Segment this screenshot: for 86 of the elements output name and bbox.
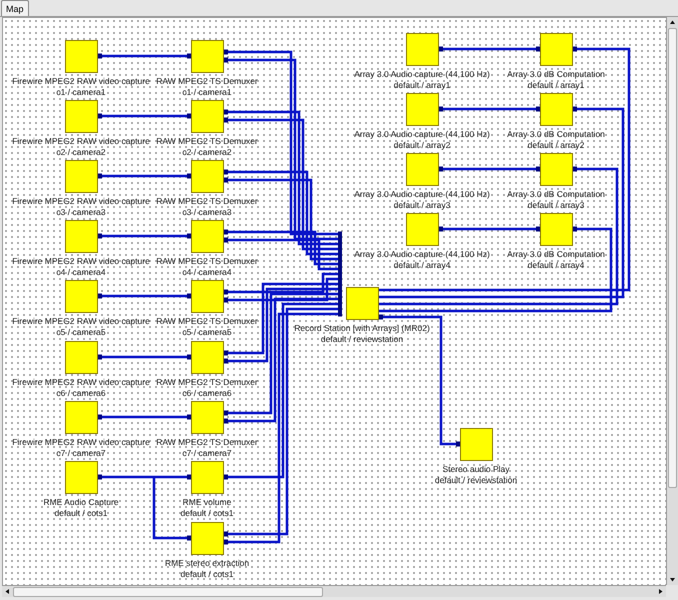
node-block[interactable]: [406, 93, 439, 126]
node-block[interactable]: [346, 287, 379, 320]
node-block[interactable]: [406, 33, 439, 66]
node-instance: default / array3: [394, 200, 450, 211]
node-block[interactable]: [65, 401, 98, 434]
node-block[interactable]: [191, 280, 224, 313]
node-title: Stereo audio Play: [442, 464, 510, 475]
node-block[interactable]: [191, 40, 224, 73]
node-title: RAW MPEG2 TS Demuxer: [156, 256, 258, 267]
node-instance: default / array2: [394, 140, 450, 151]
node-block[interactable]: [65, 341, 98, 374]
node-block[interactable]: [65, 461, 98, 494]
node-instance: c7 / camera7: [182, 448, 232, 459]
node-block[interactable]: [65, 100, 98, 133]
node-instance: default / array3: [528, 200, 584, 211]
node-instance: default / reviewstation: [434, 475, 518, 486]
node-title: Firewire MPEG2 RAW video capture: [12, 196, 150, 207]
node-title: Array 3.0 Audio capture (44,100 Hz): [354, 129, 490, 140]
node-title: RME Audio Capture: [43, 497, 119, 508]
node-instance: default / array4: [394, 260, 450, 271]
node-title: Firewire MPEG2 RAW video capture: [12, 256, 150, 267]
node-block[interactable]: [65, 280, 98, 313]
node-block[interactable]: [191, 100, 224, 133]
node-instance: c3 / camera3: [56, 207, 106, 218]
node-instance: c2 / camera2: [56, 147, 106, 158]
node-title: Array 3.0 dB Computation: [507, 69, 605, 80]
node-title: RAW MPEG2 TS Demuxer: [156, 437, 258, 448]
node-instance: default / array4: [528, 260, 584, 271]
node-block[interactable]: [406, 213, 439, 246]
node-title: Array 3.0 Audio capture (44,100 Hz): [354, 69, 490, 80]
node-instance: c7 / camera7: [56, 448, 106, 459]
node-title: Array 3.0 Audio capture (44,100 Hz): [354, 189, 490, 200]
node-instance: c2 / camera2: [182, 147, 232, 158]
node-title: Record Station [with Arrays] (MR02): [294, 323, 430, 334]
node-block[interactable]: [191, 220, 224, 253]
node-block[interactable]: [191, 160, 224, 193]
node-title: RME volume: [182, 497, 232, 508]
node-instance: c1 / camera1: [182, 87, 232, 98]
node-title: Array 3.0 dB Computation: [507, 249, 605, 260]
node-instance: c1 / camera1: [56, 87, 106, 98]
node-block[interactable]: [191, 522, 224, 555]
node-title: Firewire MPEG2 RAW video capture: [12, 316, 150, 327]
node-instance: c4 / camera4: [56, 267, 106, 278]
node-block[interactable]: [191, 341, 224, 374]
node-title: Array 3.0 dB Computation: [507, 129, 605, 140]
node-instance: c5 / camera5: [56, 327, 106, 338]
scrollbar-thumb[interactable]: [668, 28, 677, 488]
node-title: RAW MPEG2 TS Demuxer: [156, 377, 258, 388]
node-instance: c6 / camera6: [182, 388, 232, 399]
scrollbar-thumb[interactable]: [13, 586, 323, 596]
node-instance: default / reviewstation: [320, 334, 404, 345]
node-block[interactable]: [406, 153, 439, 186]
node-block[interactable]: [65, 220, 98, 253]
horizontal-scrollbar[interactable]: [2, 585, 666, 597]
node-title: RME stereo extraction: [164, 558, 250, 569]
node-instance: default / cots1: [180, 569, 234, 580]
node-title: Firewire MPEG2 RAW video capture: [12, 437, 150, 448]
node-instance: default / cots1: [180, 508, 234, 519]
node-title: Firewire MPEG2 RAW video capture: [12, 377, 150, 388]
node-title: Array 3.0 Audio capture (44,100 Hz): [354, 249, 490, 260]
node-block[interactable]: [191, 401, 224, 434]
node-block[interactable]: [191, 461, 224, 494]
node-instance: default / cots1: [54, 508, 108, 519]
node-instance: default / array1: [394, 80, 450, 91]
node-block[interactable]: [540, 213, 573, 246]
node-instance: c3 / camera3: [182, 207, 232, 218]
node-title: RAW MPEG2 TS Demuxer: [156, 316, 258, 327]
node-block[interactable]: [460, 428, 493, 461]
node-title: RAW MPEG2 TS Demuxer: [156, 196, 258, 207]
node-instance: c4 / camera4: [182, 267, 232, 278]
node-instance: default / array2: [528, 140, 584, 151]
node-instance: c6 / camera6: [56, 388, 106, 399]
node-instance: c5 / camera5: [182, 327, 232, 338]
node-block[interactable]: [540, 153, 573, 186]
node-instance: default / array1: [528, 80, 584, 91]
vertical-scrollbar[interactable]: [666, 17, 678, 585]
node-title: Array 3.0 dB Computation: [507, 189, 605, 200]
node-title: RAW MPEG2 TS Demuxer: [156, 76, 258, 87]
node-block[interactable]: [540, 93, 573, 126]
node-title: RAW MPEG2 TS Demuxer: [156, 136, 258, 147]
node-title: Firewire MPEG2 RAW video capture: [12, 76, 150, 87]
node-block[interactable]: [65, 40, 98, 73]
node-block[interactable]: [65, 160, 98, 193]
map-tab[interactable]: Map: [1, 0, 29, 16]
node-title: Firewire MPEG2 RAW video capture: [12, 136, 150, 147]
node-block[interactable]: [540, 33, 573, 66]
